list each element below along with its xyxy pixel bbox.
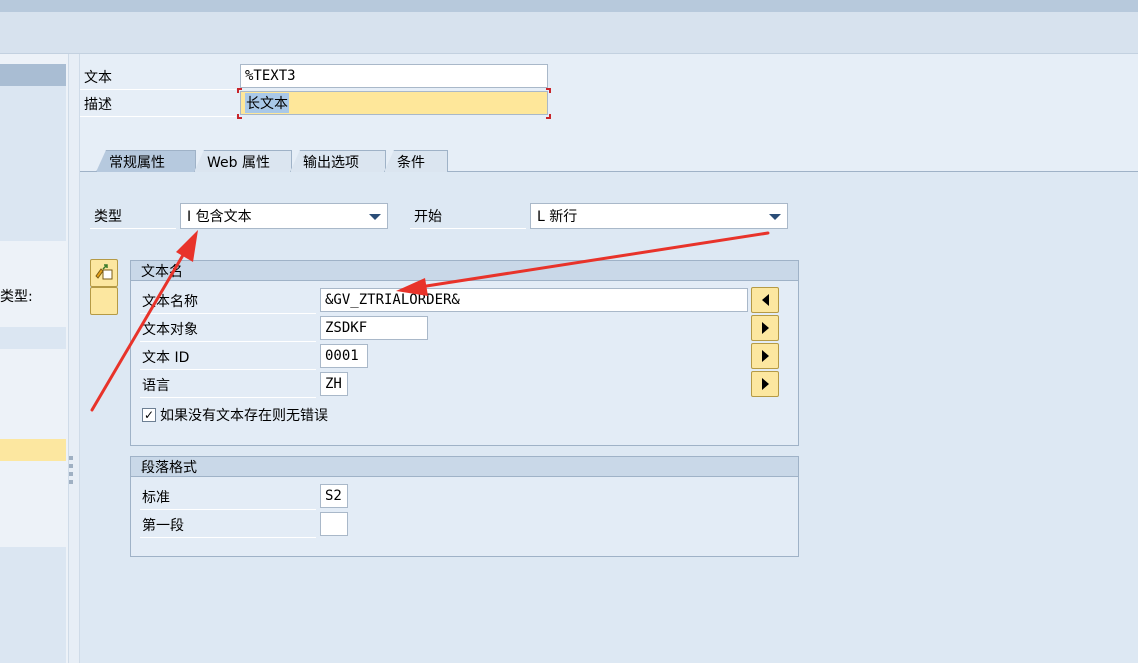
description-label: 描述 [84,96,112,113]
text-name-value: &GV_ZTRIALORDER& [325,292,460,308]
first-paragraph-label: 第一段 [142,517,184,534]
type-label-cell: 类型 [90,203,176,229]
triangle-right-icon [761,322,769,334]
text-object-expand-button[interactable] [751,315,779,341]
checkmark-icon: ✓ [143,408,155,422]
no-error-option[interactable]: ✓ 如果没有文本存在则无错误 [142,405,328,425]
tab-label: Web 属性 [207,154,270,171]
side-action-button[interactable] [90,287,118,315]
tab-conditions[interactable]: 条件 [384,150,448,172]
text-name-back-button[interactable] [751,287,779,313]
language-label: 语言 [142,377,170,394]
triangle-left-icon [761,294,769,306]
left-panel-selected-item[interactable] [0,439,66,461]
tab-label: 输出选项 [303,154,359,171]
left-panel-block [0,86,66,241]
left-panel-lower-block [0,547,66,663]
type-dropdown-value: I 包含文本 [187,209,252,225]
language-input[interactable]: ZH [320,372,348,396]
tab-output-options[interactable]: 输出选项 [290,150,386,172]
start-label-cell: 开始 [410,203,526,229]
required-corner-marker [237,88,242,93]
splitter-grip[interactable] [69,464,73,468]
paragraph-format-group-title: 段落格式 [131,457,798,477]
splitter-grip[interactable] [69,472,73,476]
tab-general-attributes[interactable]: 常规属性 [96,150,196,172]
application-toolbar [0,12,1138,54]
text-input[interactable]: %TEXT3 [240,64,548,88]
language-value: ZH [325,376,342,392]
required-corner-marker [546,114,551,119]
text-editor-button[interactable] [90,259,118,287]
standard-label-cell: 标准 [140,484,316,510]
text-id-input[interactable]: 0001 [320,344,368,368]
standard-input[interactable]: S2 [320,484,348,508]
splitter-grip[interactable] [69,480,73,484]
required-corner-marker [546,88,551,93]
left-panel-divider [0,327,66,349]
start-label: 开始 [414,208,442,225]
panel-splitter[interactable] [68,54,80,663]
window-title-bar [0,0,1138,12]
standard-value: S2 [325,488,342,504]
text-object-value: ZSDKF [325,320,368,336]
chevron-down-icon[interactable] [769,214,781,220]
tab-web-attributes[interactable]: Web 属性 [194,150,292,172]
text-id-label: 文本 ID [142,349,190,366]
no-error-label: 如果没有文本存在则无错误 [160,408,328,424]
triangle-right-icon [761,378,769,390]
text-object-label-cell: 文本对象 [140,316,316,342]
left-panel-header [0,64,66,86]
description-label-cell: 描述 [80,91,236,117]
text-label-cell: 文本 [80,64,236,90]
splitter-grip[interactable] [69,456,73,460]
text-id-label-cell: 文本 ID [140,344,316,370]
required-corner-marker [237,114,242,119]
text-input-value: %TEXT3 [245,68,296,84]
group-title-text: 文本名 [141,263,183,280]
text-name-label: 文本名称 [142,293,198,310]
first-paragraph-input[interactable] [320,512,348,536]
tab-label: 常规属性 [109,154,165,171]
tab-label: 条件 [397,154,425,171]
no-error-checkbox[interactable]: ✓ [142,408,156,422]
start-dropdown[interactable]: L 新行 [530,203,788,229]
type-dropdown[interactable]: I 包含文本 [180,203,388,229]
start-dropdown-value: L 新行 [537,209,578,225]
text-id-value: 0001 [325,348,359,364]
edit-text-icon [95,264,113,280]
first-paragraph-label-cell: 第一段 [140,512,316,538]
text-id-expand-button[interactable] [751,343,779,369]
text-name-group-title: 文本名 [131,261,798,281]
group-title-text: 段落格式 [141,459,197,476]
text-name-input[interactable]: &GV_ZTRIALORDER& [320,288,748,312]
language-expand-button[interactable] [751,371,779,397]
text-object-label: 文本对象 [142,321,198,338]
chevron-down-icon[interactable] [369,214,381,220]
standard-label: 标准 [142,489,170,506]
language-label-cell: 语言 [140,372,316,398]
left-panel-type-label: 类型: [0,289,33,305]
description-input-value: 长文本 [245,93,289,113]
text-name-label-cell: 文本名称 [140,288,316,314]
description-input[interactable]: 长文本 [240,91,548,115]
type-label: 类型 [94,208,122,225]
text-object-input[interactable]: ZSDKF [320,316,428,340]
triangle-right-icon [761,350,769,362]
text-label: 文本 [84,69,112,86]
